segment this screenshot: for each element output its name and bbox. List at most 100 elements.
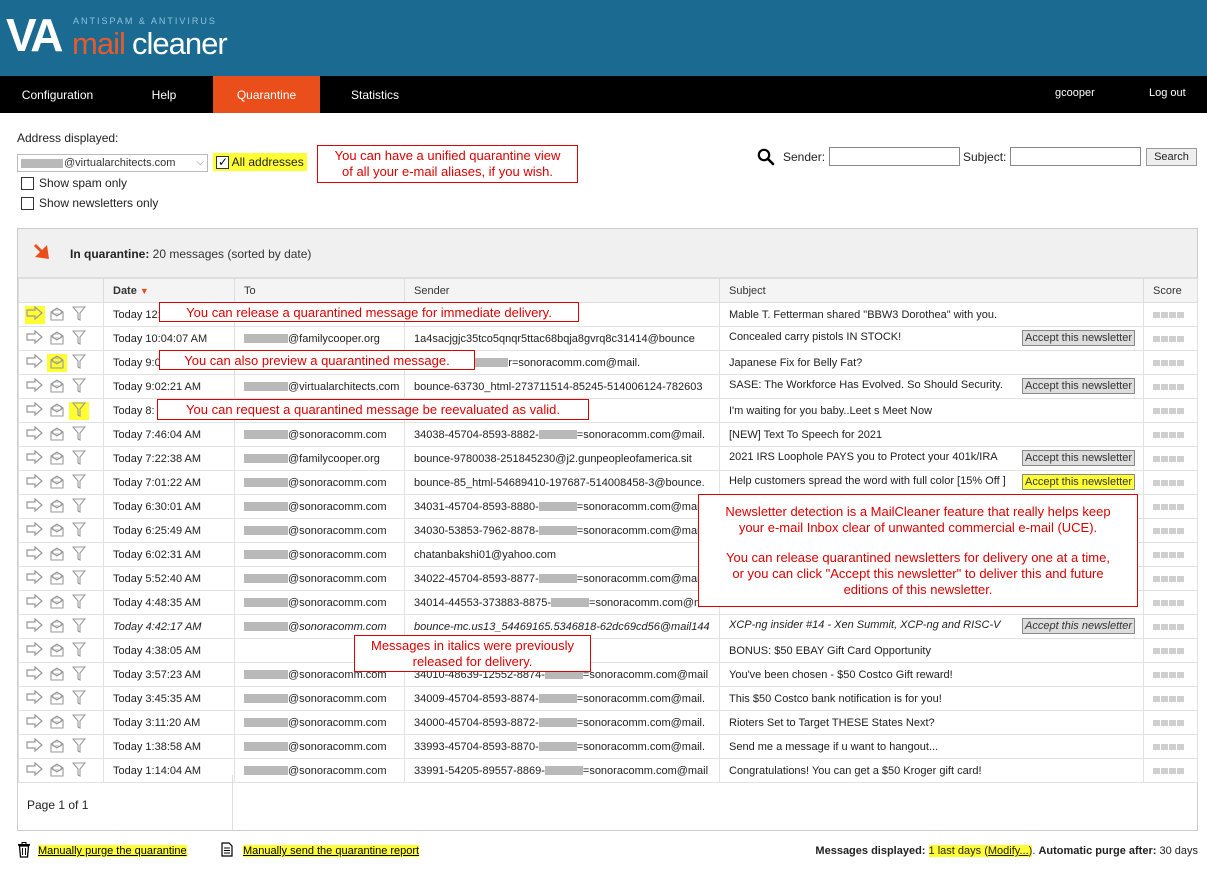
subject-cell[interactable]: Accept this newsletter Help customers spr… (719, 470, 1144, 495)
release-icon[interactable] (25, 617, 45, 636)
search-button[interactable]: Search (1146, 148, 1197, 166)
subject-cell[interactable]: Accept this newsletter Concealed carry pi… (719, 326, 1144, 351)
table-row[interactable]: Today 7:46:04 AM @sonoracomm.com 34038-457… (18, 422, 1198, 447)
preview-icon[interactable] (47, 522, 67, 540)
logout-link[interactable]: Log out (1149, 76, 1186, 113)
to-header[interactable]: To (234, 278, 405, 303)
release-icon[interactable] (25, 713, 45, 732)
purge-quarantine-link[interactable]: Manually purge the quarantine (38, 845, 187, 857)
reevaluate-icon[interactable] (69, 593, 89, 612)
subject-cell[interactable]: Rioters Set to Target THESE States Next? (719, 710, 1144, 735)
accept-newsletter-button[interactable]: Accept this newsletter (1022, 474, 1135, 490)
score-header[interactable]: Score (1143, 278, 1198, 303)
sender-header[interactable]: Sender (404, 278, 720, 303)
table-row[interactable]: Today 4:38:05 AM=sonoracomm.com@mail.BON… (18, 638, 1198, 663)
reevaluate-icon[interactable] (69, 425, 89, 444)
table-row[interactable]: Today 4:42:17 AM @sonoracomm.com bounce-mc… (18, 614, 1198, 639)
newsletters-only-option[interactable]: Show newsletters only (21, 196, 158, 211)
subject-cell[interactable]: Accept this newsletter XCP-ng insider #14… (719, 614, 1144, 639)
accept-newsletter-button[interactable]: Accept this newsletter (1022, 330, 1135, 346)
reevaluate-icon[interactable] (69, 401, 89, 420)
accept-newsletter-button[interactable]: Accept this newsletter (1022, 378, 1135, 394)
preview-icon[interactable] (47, 306, 67, 324)
release-icon[interactable] (25, 569, 45, 588)
reevaluate-icon[interactable] (69, 665, 89, 684)
reevaluate-icon[interactable] (69, 329, 89, 348)
subject-cell[interactable]: Send me a message if u want to hangout..… (719, 734, 1144, 759)
subject-cell[interactable]: Mable T. Fetterman shared "BBW3 Dorothea… (719, 302, 1144, 327)
date-header[interactable]: Date ▼ (103, 278, 235, 303)
preview-icon[interactable] (47, 738, 67, 756)
release-icon[interactable] (25, 521, 45, 540)
reevaluate-icon[interactable] (69, 449, 89, 468)
reevaluate-icon[interactable] (69, 569, 89, 588)
release-icon[interactable] (25, 665, 45, 684)
reevaluate-icon[interactable] (69, 737, 89, 756)
preview-icon[interactable] (47, 330, 67, 348)
subject-cell[interactable]: [NEW] Text To Speech for 2021 (719, 422, 1144, 447)
table-row[interactable]: Today 3:11:20 AM @sonoracomm.com 34000-457… (18, 710, 1198, 735)
reevaluate-icon[interactable] (69, 377, 89, 396)
reevaluate-icon[interactable] (69, 497, 89, 516)
preview-icon[interactable] (47, 353, 67, 372)
document-icon[interactable] (221, 842, 233, 857)
subject-cell[interactable]: Accept this newsletter SASE: The Workforc… (719, 374, 1144, 399)
release-icon[interactable] (25, 593, 45, 612)
modify-link[interactable]: Modify... (988, 845, 1029, 857)
release-icon[interactable] (25, 305, 45, 324)
release-icon[interactable] (25, 497, 45, 516)
release-icon[interactable] (25, 737, 45, 756)
release-icon[interactable] (25, 545, 45, 564)
preview-icon[interactable] (47, 666, 67, 684)
release-icon[interactable] (25, 641, 45, 660)
preview-icon[interactable] (47, 402, 67, 420)
preview-icon[interactable] (47, 594, 67, 612)
reevaluate-icon[interactable] (69, 305, 89, 324)
table-row[interactable]: Today 10:04:07 AM @familycooper.org 1a4sac… (18, 326, 1198, 351)
reevaluate-icon[interactable] (69, 521, 89, 540)
release-icon[interactable] (25, 473, 45, 492)
newsletters-only-checkbox[interactable] (21, 197, 34, 211)
preview-icon[interactable] (47, 642, 67, 660)
table-row[interactable]: Today 9:02:21 AM @virtualarchitects.com bo… (18, 374, 1198, 399)
reevaluate-icon[interactable] (69, 473, 89, 492)
reevaluate-icon[interactable] (69, 689, 89, 708)
release-icon[interactable] (25, 329, 45, 348)
preview-icon[interactable] (47, 474, 67, 492)
table-row[interactable]: Today 3:57:23 AM @sonoracomm.com 34010-486… (18, 662, 1198, 687)
preview-icon[interactable] (47, 690, 67, 708)
preview-icon[interactable] (47, 714, 67, 732)
subject-input[interactable] (1010, 147, 1141, 166)
preview-icon[interactable] (47, 498, 67, 516)
release-icon[interactable] (25, 689, 45, 708)
table-row[interactable]: Today 7:22:38 AM @familycooper.org bounce-… (18, 446, 1198, 471)
subject-cell[interactable]: Congratulations! You can get a $50 Kroge… (719, 758, 1144, 783)
spam-only-option[interactable]: Show spam only (21, 176, 127, 191)
nav-configuration[interactable]: Configuration (0, 76, 115, 113)
preview-icon[interactable] (47, 570, 67, 588)
subject-header[interactable]: Subject (719, 278, 1144, 303)
table-row[interactable]: Today 7:01:22 AM @sonoracomm.com bounce-85… (18, 470, 1198, 495)
subject-cell[interactable]: This $50 Costco bank notification is for… (719, 686, 1144, 711)
release-icon[interactable] (25, 401, 45, 420)
reevaluate-icon[interactable] (69, 617, 89, 636)
reevaluate-icon[interactable] (69, 545, 89, 564)
table-row[interactable]: Today 1:38:58 AM @sonoracomm.com 33993-457… (18, 734, 1198, 759)
preview-icon[interactable] (47, 618, 67, 636)
subject-cell[interactable]: BONUS: $50 EBAY Gift Card Opportunity (719, 638, 1144, 663)
spam-only-checkbox[interactable] (21, 177, 34, 191)
preview-icon[interactable] (47, 450, 67, 468)
table-row[interactable]: Today 3:45:35 AM @sonoracomm.com 34009-457… (18, 686, 1198, 711)
reevaluate-icon[interactable] (69, 353, 89, 372)
release-icon[interactable] (25, 425, 45, 444)
address-select[interactable]: @virtualarchitects.com ⌵ (17, 154, 208, 172)
nav-statistics[interactable]: Statistics (320, 76, 430, 113)
reevaluate-icon[interactable] (69, 713, 89, 732)
release-icon[interactable] (25, 449, 45, 468)
subject-cell[interactable]: You've been chosen - $50 Costco Gift rew… (719, 662, 1144, 687)
nav-quarantine[interactable]: Quarantine (213, 76, 320, 113)
accept-newsletter-button[interactable]: Accept this newsletter (1022, 450, 1135, 466)
preview-icon[interactable] (47, 378, 67, 396)
subject-cell[interactable]: Accept this newsletter 2021 IRS Loophole … (719, 446, 1144, 471)
all-addresses-checkbox[interactable] (216, 154, 229, 170)
